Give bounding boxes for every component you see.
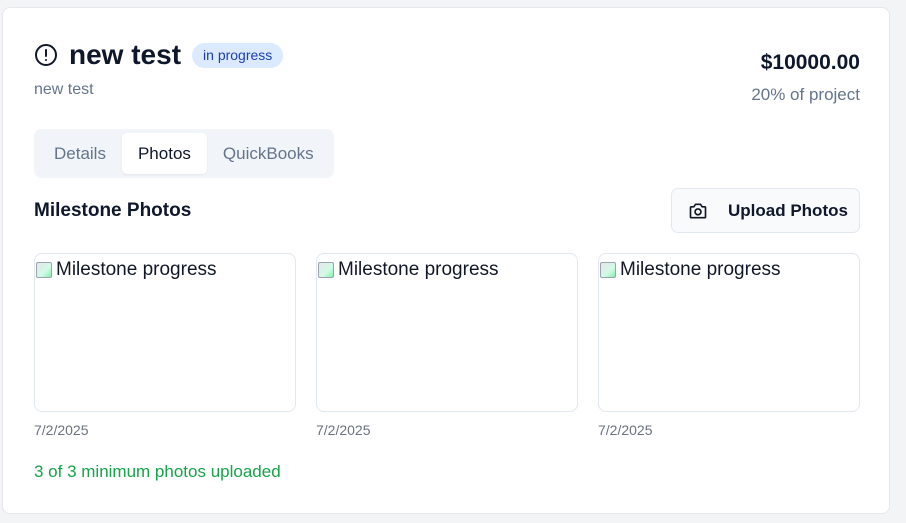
photo-card[interactable]: Milestone progress 7/2/2025 — [598, 253, 860, 438]
tab-list: Details Photos QuickBooks — [34, 129, 334, 178]
milestone-percent: 20% of project — [751, 85, 860, 104]
broken-image-icon — [36, 262, 52, 278]
photo-date: 7/2/2025 — [34, 422, 89, 438]
photo-alt-text: Milestone progress — [338, 259, 499, 280]
alert-circle-icon — [34, 43, 58, 67]
photo-thumbnail[interactable]: Milestone progress — [598, 253, 860, 412]
photo-date: 7/2/2025 — [316, 422, 371, 438]
status-badge: in progress — [192, 42, 284, 68]
broken-image-icon — [318, 262, 334, 278]
photo-alt-text: Milestone progress — [56, 259, 217, 280]
section-title: Milestone Photos — [34, 200, 192, 221]
tab-details[interactable]: Details — [38, 133, 122, 174]
photo-card[interactable]: Milestone progress 7/2/2025 — [316, 253, 578, 438]
photo-count-status: 3 of 3 minimum photos uploaded — [34, 462, 281, 481]
milestone-amount: $10000.00 — [760, 51, 860, 74]
broken-image-icon — [600, 262, 616, 278]
milestone-description: new test — [34, 81, 94, 98]
broken-image: Milestone progress — [600, 259, 781, 281]
milestone-header: new test in progress new test $10000.00 … — [34, 40, 860, 110]
upload-photos-label: Upload Photos — [728, 200, 848, 220]
photo-thumbnail[interactable]: Milestone progress — [316, 253, 578, 412]
title-row: new test in progress — [34, 39, 284, 70]
photo-card[interactable]: Milestone progress 7/2/2025 — [34, 253, 296, 438]
camera-icon — [688, 201, 708, 221]
photo-date: 7/2/2025 — [598, 422, 653, 438]
broken-image: Milestone progress — [318, 259, 499, 281]
tab-photos[interactable]: Photos — [121, 133, 207, 174]
milestone-title: new test — [69, 39, 182, 70]
upload-photos-button[interactable]: Upload Photos — [671, 188, 860, 233]
photo-alt-text: Milestone progress — [620, 259, 781, 280]
photo-thumbnail[interactable]: Milestone progress — [34, 253, 296, 412]
tab-quickbooks[interactable]: QuickBooks — [207, 133, 330, 174]
milestone-card: new test in progress new test $10000.00 … — [2, 7, 890, 514]
broken-image: Milestone progress — [36, 259, 217, 281]
